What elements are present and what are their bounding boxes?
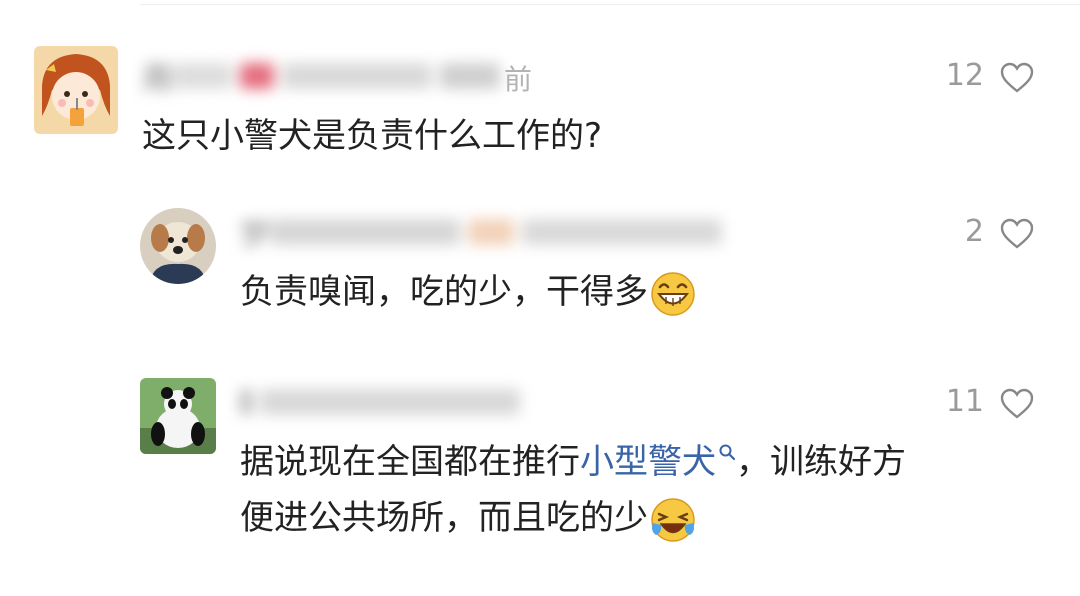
username-blurred[interactable]: 周 (142, 56, 508, 97)
username-blurred[interactable] (240, 382, 528, 422)
search-icon[interactable] (718, 443, 736, 461)
grinning-face-emoji-icon (651, 271, 695, 316)
comment-text: 这只小警犬是负责什么工作的? (142, 116, 603, 156)
avatar[interactable] (140, 208, 216, 284)
heart-outline-icon[interactable] (1000, 388, 1034, 420)
avatar[interactable] (34, 46, 118, 134)
comment-text: 负责嗅闻，吃的少，干得多 (240, 264, 696, 320)
topic-link[interactable]: 小型警犬 (580, 442, 716, 482)
username-blurred[interactable]: 梦 (240, 212, 730, 253)
comment-text: 便进公共场所，而且吃的少 (240, 490, 696, 546)
like-count: 12 (945, 58, 984, 93)
laughing-tears-face-emoji-icon (651, 497, 695, 542)
heart-outline-icon[interactable] (1000, 62, 1034, 94)
avatar[interactable] (140, 378, 216, 454)
like-count: 2 (964, 214, 984, 249)
comment-text: 据说现在全国都在推行小型警犬 ，训练好方 (240, 442, 906, 482)
comment-time: 前 (504, 63, 533, 96)
like-count: 11 (945, 384, 984, 419)
heart-outline-icon[interactable] (1000, 218, 1034, 250)
top-divider (140, 4, 1080, 5)
